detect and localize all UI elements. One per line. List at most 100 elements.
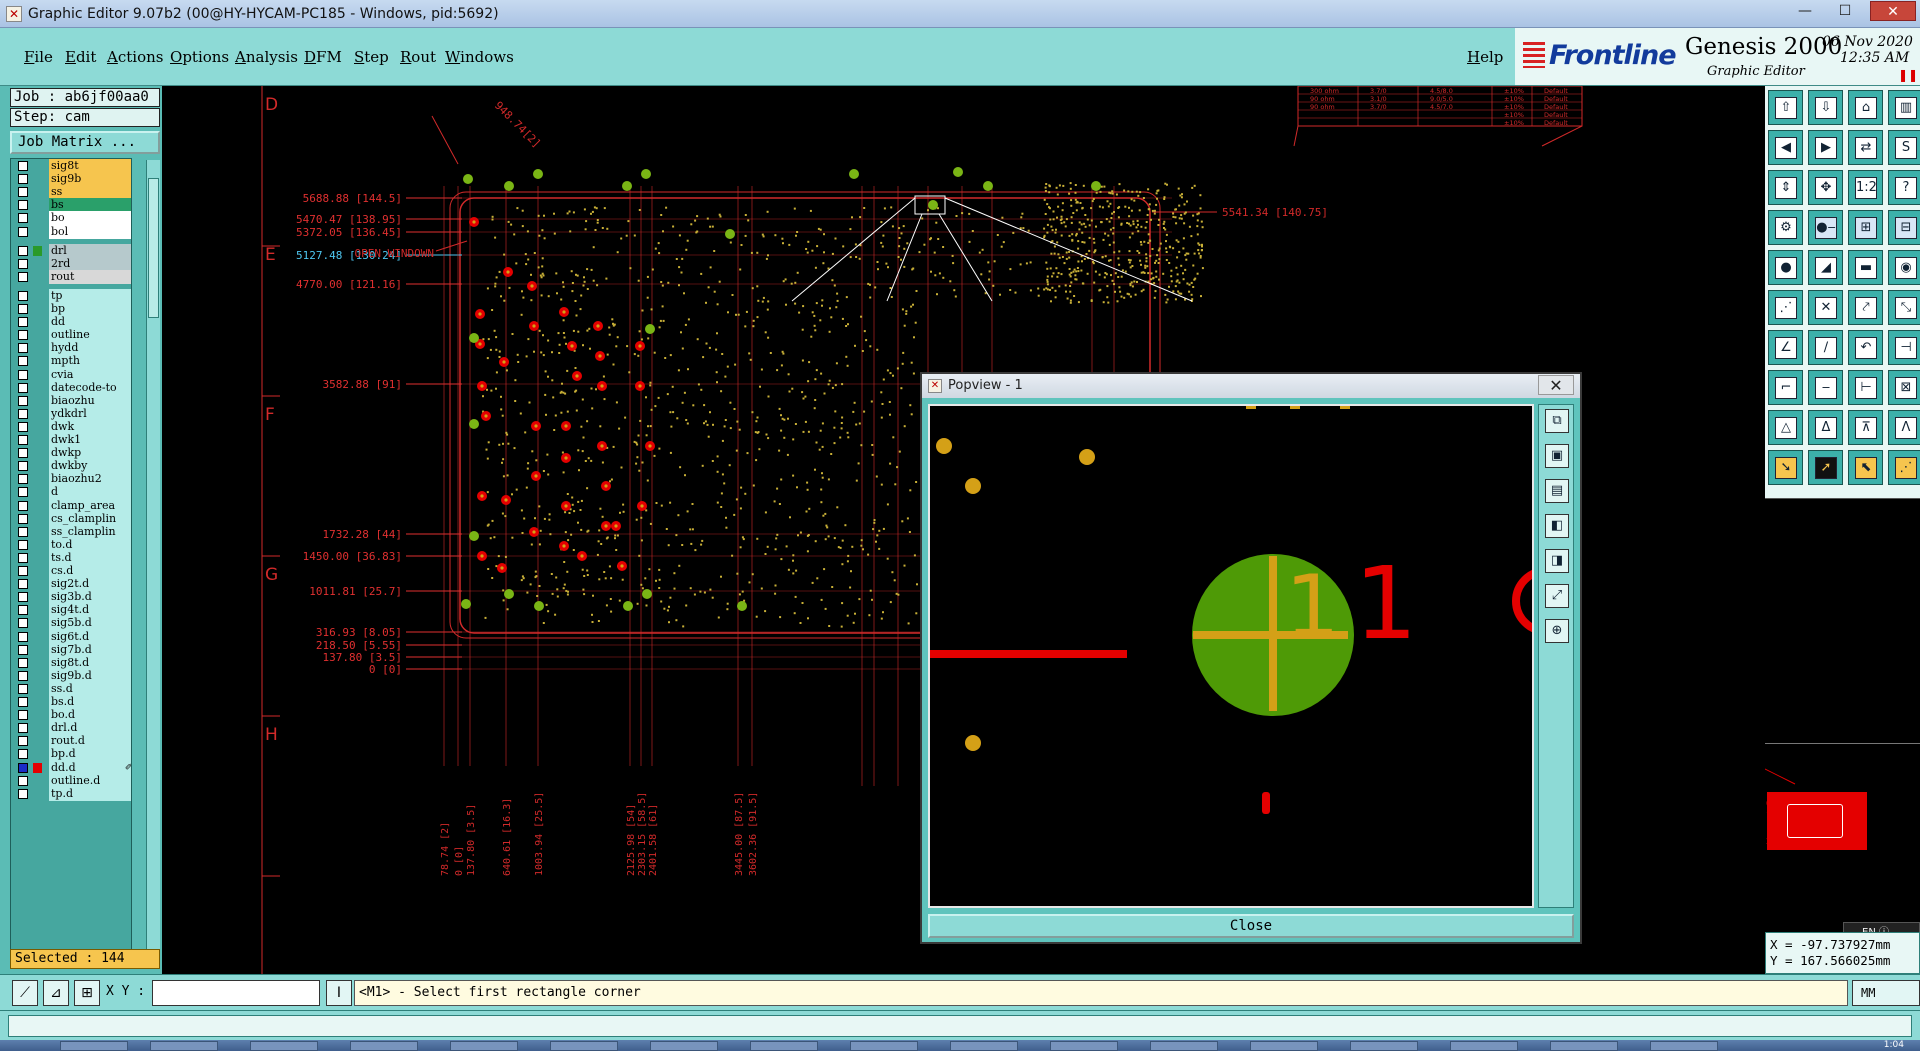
tool-button[interactable]: 1:2 <box>1848 170 1883 205</box>
layer-row[interactable]: ss.d <box>11 681 131 696</box>
taskbar-item[interactable] <box>250 1041 318 1051</box>
taskbar-item[interactable] <box>1350 1041 1418 1051</box>
tool-button[interactable]: ⌂ <box>1848 90 1883 125</box>
layer-checkbox[interactable] <box>18 697 28 707</box>
layer-name[interactable]: cs_clamplin <box>49 511 131 526</box>
menu-step[interactable]: Step <box>354 48 389 66</box>
layer-name[interactable]: cs.d <box>49 564 131 578</box>
layer-checkbox[interactable] <box>18 271 28 282</box>
tool-button[interactable]: Δ <box>1808 410 1843 445</box>
layer-checkbox[interactable] <box>18 566 28 576</box>
layer-row[interactable]: dd.d✐⊗ <box>11 760 131 775</box>
layer-list-scrollbar[interactable] <box>146 160 160 968</box>
tool-button[interactable]: ➚ <box>1808 450 1843 485</box>
layer-row[interactable]: dwkby <box>11 459 131 474</box>
layer-row[interactable]: bol <box>11 224 131 239</box>
layer-row[interactable]: sig9b <box>11 172 131 187</box>
layer-name[interactable]: ts.d <box>49 550 131 565</box>
layer-name[interactable]: dwkp <box>49 446 131 461</box>
taskbar-item[interactable] <box>450 1041 518 1051</box>
layer-row[interactable]: dd✐ <box>11 315 131 330</box>
layer-name[interactable]: sig8t <box>49 159 131 173</box>
layer-name[interactable]: sig8t.d <box>49 655 131 670</box>
layer-row[interactable]: sig9b.d <box>11 668 131 683</box>
layer-row[interactable]: cs_clamplin <box>11 511 131 526</box>
layer-row[interactable]: ss_clamplin <box>11 524 131 539</box>
tool-button[interactable]: ↶ <box>1848 330 1883 365</box>
layer-name[interactable]: tp <box>49 288 131 303</box>
layer-checkbox[interactable] <box>18 683 28 694</box>
layer-row[interactable]: d <box>11 485 131 500</box>
layer-row[interactable]: clamp_area <box>11 498 131 513</box>
layer-name[interactable]: mpth <box>49 354 131 369</box>
layer-row[interactable]: ts.d <box>11 550 131 565</box>
layer-row[interactable]: sig6t.d <box>11 629 131 644</box>
layer-checkbox[interactable] <box>18 382 28 393</box>
layer-name[interactable]: datecode-to <box>49 380 131 395</box>
pan-right-icon[interactable]: ◨ <box>1545 549 1569 573</box>
layer-checkbox[interactable] <box>18 408 28 419</box>
xy-input[interactable] <box>152 980 320 1006</box>
tool-button[interactable]: ⚙ <box>1768 210 1803 245</box>
menu-windows[interactable]: Windows <box>445 48 514 66</box>
layer-list[interactable]: sig8tsig9bssbsbo✐boldrl2rdrouttpbpdd✐out… <box>10 158 132 966</box>
tool-button[interactable]: ‒ <box>1808 370 1843 405</box>
layer-name[interactable]: rout.d <box>49 734 131 749</box>
tool-button[interactable]: ▥ <box>1888 90 1920 125</box>
zoom-fit-icon[interactable]: ⧉ <box>1545 409 1569 433</box>
layer-checkbox[interactable] <box>18 657 28 668</box>
layer-row[interactable]: sig8t <box>11 159 131 173</box>
snap-mode-icon[interactable]: ⟋ <box>12 980 38 1006</box>
layer-checkbox[interactable] <box>18 788 28 799</box>
taskbar-item[interactable] <box>750 1041 818 1051</box>
tool-button[interactable]: ∕ <box>1808 330 1843 365</box>
taskbar-item[interactable] <box>150 1041 218 1051</box>
layer-name[interactable]: clamp_area <box>49 498 131 513</box>
tool-button[interactable]: ⤤ <box>1848 290 1883 325</box>
layer-row[interactable]: sig8t.d <box>11 655 131 670</box>
layer-name[interactable]: sig5b.d <box>49 616 131 631</box>
layer-name[interactable]: drl.d <box>49 721 131 736</box>
layer-name[interactable]: bp <box>49 302 131 316</box>
menu-options[interactable]: Options <box>170 48 229 66</box>
layer-row[interactable]: drl <box>11 243 131 258</box>
layer-row[interactable]: cs.d <box>11 564 131 578</box>
layer-name[interactable]: bs.d <box>49 695 131 709</box>
tool-button[interactable]: ⋰ <box>1888 450 1920 485</box>
popview-canvas[interactable]: 1 1 <box>928 404 1534 908</box>
tool-button[interactable]: ●‒ <box>1808 210 1843 245</box>
tool-button[interactable]: ? <box>1888 170 1920 205</box>
layer-row[interactable]: sig2t.d <box>11 577 131 592</box>
pan-left-icon[interactable]: ◧ <box>1545 514 1569 538</box>
minimize-button[interactable]: — <box>1790 2 1820 22</box>
tool-button[interactable]: ➘ <box>1768 450 1803 485</box>
tool-button[interactable]: ▬ <box>1848 250 1883 285</box>
layer-name[interactable]: biaozhu2 <box>49 472 131 487</box>
layer-row[interactable]: hydd <box>11 341 131 356</box>
layer-checkbox[interactable] <box>18 448 28 459</box>
layer-name[interactable]: dwkby <box>49 459 131 474</box>
layer-row[interactable]: biaozhu2 <box>11 472 131 487</box>
zoom-out-icon[interactable]: ▤ <box>1545 479 1569 503</box>
job-matrix-button[interactable]: Job Matrix ... <box>10 131 160 154</box>
layer-name[interactable]: bp.d <box>49 747 131 762</box>
tool-button[interactable]: ⊟ <box>1888 210 1920 245</box>
layer-name[interactable]: drl <box>49 243 131 258</box>
layer-row[interactable]: dwkp <box>11 446 131 461</box>
taskbar-item[interactable] <box>1150 1041 1218 1051</box>
tool-button[interactable]: Ʌ <box>1888 410 1920 445</box>
tool-button[interactable]: ⊣ <box>1888 330 1920 365</box>
layer-name[interactable]: ss_clamplin <box>49 524 131 539</box>
layer-row[interactable]: outline.d <box>11 773 131 788</box>
layer-row[interactable]: dwk <box>11 419 131 434</box>
layer-row[interactable]: bs.d <box>11 695 131 709</box>
layer-name[interactable]: biaozhu <box>49 393 131 408</box>
layer-row[interactable]: ydkdrl <box>11 406 131 421</box>
layer-checkbox[interactable] <box>18 579 28 590</box>
layer-row[interactable]: tp.d <box>11 786 131 801</box>
menu-rout[interactable]: Rout <box>400 48 436 66</box>
tool-button[interactable]: ⇄ <box>1848 130 1883 165</box>
taskbar-item[interactable] <box>1550 1041 1618 1051</box>
layer-row[interactable]: ss <box>11 185 131 200</box>
layer-row[interactable]: 2rd <box>11 256 131 271</box>
